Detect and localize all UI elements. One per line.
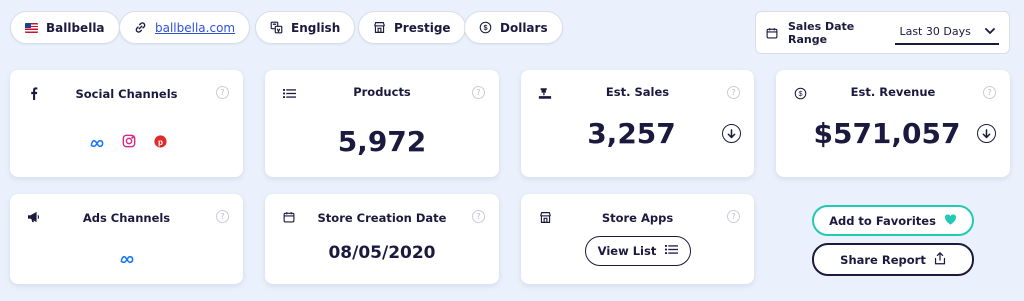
date-range-select[interactable]: Last 30 Days — [895, 20, 999, 45]
store-apps-title: Store Apps — [601, 211, 674, 225]
currency-label: Dollars — [500, 20, 548, 35]
translate-icon — [270, 21, 283, 34]
social-channels-title: Social Channels — [75, 87, 178, 101]
theme-label: Prestige — [394, 20, 451, 35]
store-name-label: Ballbella — [46, 20, 105, 35]
products-card: Products ? 5,972 — [265, 70, 499, 177]
help-icon[interactable]: ? — [472, 86, 485, 99]
help-icon[interactable]: ? — [727, 210, 740, 223]
est-sales-title: Est. Sales — [605, 85, 670, 99]
share-report-button[interactable]: Share Report — [812, 243, 974, 276]
date-range-value: Last 30 Days — [899, 25, 971, 38]
est-sales-value: 3,257 — [587, 117, 676, 150]
est-revenue-card: $ Est. Revenue ? $571,057 — [776, 70, 1010, 177]
download-icon[interactable] — [977, 124, 996, 143]
store-creation-title: Store Creation Date — [317, 211, 447, 225]
store-name-pill[interactable]: Ballbella — [10, 11, 120, 44]
products-title: Products — [353, 85, 411, 99]
view-list-button[interactable]: View List — [585, 236, 691, 266]
meta-icon[interactable] — [90, 133, 104, 152]
products-value: 5,972 — [337, 125, 427, 158]
add-to-favorites-label: Add to Favorites — [829, 213, 936, 228]
heart-icon — [944, 213, 957, 228]
svg-text:p: p — [158, 138, 163, 147]
ads-channels-card: Ads Channels ? — [10, 194, 243, 284]
est-revenue-title: Est. Revenue — [850, 85, 936, 99]
pinterest-icon[interactable]: p — [154, 133, 167, 152]
currency-pill[interactable]: $ Dollars — [464, 11, 563, 44]
social-channels-card: Social Channels ? p — [10, 70, 243, 177]
view-list-label: View List — [597, 244, 657, 258]
instagram-icon[interactable] — [122, 133, 136, 152]
est-sales-card: Est. Sales ? 3,257 — [521, 70, 754, 177]
help-icon[interactable]: ? — [983, 86, 996, 99]
theme-pill[interactable]: Prestige — [358, 11, 466, 44]
us-flag-icon — [25, 22, 38, 33]
help-icon[interactable]: ? — [216, 86, 229, 99]
calendar-icon — [766, 26, 778, 39]
date-range-label: Sales Date Range — [788, 19, 855, 46]
svg-text:$: $ — [483, 23, 487, 32]
dollar-circle-icon: $ — [479, 21, 492, 34]
ads-channels-title: Ads Channels — [82, 211, 171, 225]
store-url-pill[interactable]: ballbella.com — [119, 11, 251, 44]
help-icon[interactable]: ? — [472, 210, 485, 223]
sales-date-range: Sales Date Range Last 30 Days — [755, 11, 1010, 54]
chevron-down-icon — [985, 25, 995, 38]
store-creation-value: 08/05/2020 — [328, 243, 436, 263]
store-creation-card: Store Creation Date ? 08/05/2020 — [265, 194, 499, 284]
language-label: English — [291, 20, 341, 35]
est-revenue-value: $571,057 — [813, 117, 961, 150]
help-icon[interactable]: ? — [216, 210, 229, 223]
help-icon[interactable]: ? — [727, 86, 740, 99]
language-pill[interactable]: English — [255, 11, 356, 44]
list-icon — [665, 244, 679, 258]
share-icon — [934, 251, 946, 268]
share-report-label: Share Report — [840, 252, 926, 267]
add-to-favorites-button[interactable]: Add to Favorites — [812, 205, 974, 236]
download-icon[interactable] — [722, 124, 741, 143]
store-icon — [373, 21, 386, 34]
meta-icon[interactable] — [120, 249, 134, 268]
store-apps-card: Store Apps ? View List — [521, 194, 754, 284]
store-url-link[interactable]: ballbella.com — [155, 21, 235, 35]
link-icon — [134, 21, 147, 34]
